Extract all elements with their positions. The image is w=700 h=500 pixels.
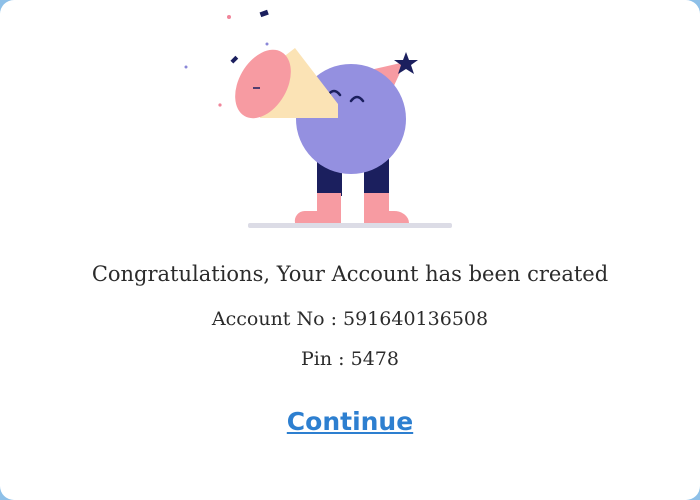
account-number-line: Account No : 591640136508 <box>211 308 489 330</box>
pin-line: Pin : 5478 <box>301 348 399 370</box>
success-message: Congratulations, Your Account has been c… <box>91 262 609 286</box>
party-celebration-illustration <box>170 0 470 240</box>
success-dialog: Congratulations, Your Account has been c… <box>0 0 700 500</box>
party-celebration-icon <box>184 9 452 228</box>
continue-link[interactable]: Continue <box>287 407 413 436</box>
pin-label: Pin <box>301 348 333 370</box>
continue-container: Continue <box>0 407 700 436</box>
account-number-value: 591640136508 <box>343 308 489 330</box>
account-number-label: Account No <box>211 308 325 330</box>
pin-value: 5478 <box>350 348 399 370</box>
